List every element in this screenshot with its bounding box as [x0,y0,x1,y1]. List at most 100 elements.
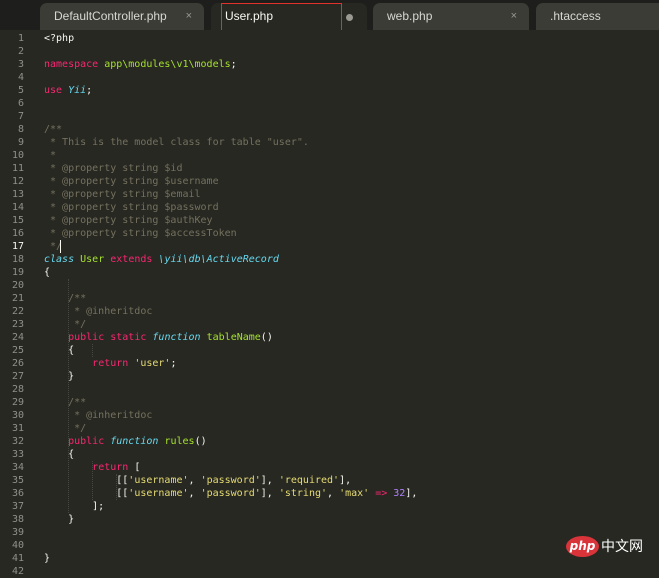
code-token: () [260,332,273,343]
code-line[interactable]: * @property string $id [44,162,182,175]
php-logo: php [566,536,599,557]
indent-guide [92,461,93,500]
code-line[interactable]: use Yii; [44,84,92,97]
line-number: 39 [11,527,24,538]
code-token: ], [405,488,418,499]
code-line[interactable]: * @property string $email [44,188,201,201]
code-line[interactable]: public static function tableName() [44,331,273,344]
code-line[interactable]: * @property string $accessToken [44,227,237,240]
code-token: , [188,488,201,499]
line-number: 12 [11,176,24,187]
code-line[interactable]: } [44,370,74,383]
code-line[interactable]: * @property string $password [44,201,219,214]
line-number: 2 [17,46,24,57]
code-token: { [44,345,75,356]
code-line[interactable]: [['username', 'password'], 'required'], [44,474,351,487]
code-line[interactable]: * @property string $authKey [44,214,213,227]
tab-htaccess[interactable]: .htaccess [536,3,659,30]
tab-web-php[interactable]: web.php × [373,3,529,30]
code-line[interactable]: /** [44,396,86,409]
code-token: ; [86,85,93,96]
code-line[interactable]: [['username', 'password'], 'string', 'ma… [44,487,417,500]
code-token: ], [260,475,279,486]
code-token: * [44,150,57,161]
line-number: 20 [11,280,24,291]
code-line[interactable]: /** [44,292,86,305]
code-token: () [194,436,207,447]
line-number: 13 [11,189,24,200]
tab-default-controller[interactable]: DefaultController.php × [40,3,204,30]
code-token: 'string' [278,488,328,499]
code-token: /** [44,397,87,408]
code-token: } [44,553,51,564]
indent-guide [116,474,117,500]
line-number: 16 [11,228,24,239]
line-number: 34 [11,462,24,473]
code-token: rules [164,436,195,447]
code-line[interactable]: return 'user'; [44,357,176,370]
code-token: * @property string $username [44,176,219,187]
line-number: 19 [11,267,24,278]
line-number: 36 [11,488,24,499]
code-token: return [92,462,129,473]
code-token: 'password' [200,488,261,499]
code-token: => [375,488,388,499]
code-editor[interactable]: 1 2 3 4 5 6 7 8 9 10 11 12 13 14 15 16 17 18 19 20 21 22 23 24 2… [0,30,659,577]
code-line[interactable]: { [44,448,74,461]
code-token: * @inheritdoc [44,410,153,421]
code-token: /** [44,293,87,304]
code-token: ]; [44,501,105,512]
code-line[interactable]: * @inheritdoc [44,305,152,318]
code-token: <?php [44,33,75,44]
code-token: , [327,488,340,499]
code-line[interactable]: * @property string $username [44,175,219,188]
line-number: 40 [11,540,24,551]
code-line[interactable]: */ [44,318,86,331]
code-token: 'required' [278,475,340,486]
code-line[interactable]: class User extends \yii\db\ActiveRecord [44,253,285,266]
code-line[interactable]: /** [44,123,62,136]
code-line[interactable]: namespace app\modules\v1\models; [44,58,237,71]
line-number: 8 [17,124,24,135]
watermark: php 中文网 [566,534,654,560]
code-token: , [188,475,201,486]
close-icon[interactable]: × [511,3,517,30]
code-line[interactable]: * @inheritdoc [44,409,152,422]
code-token: [ [128,462,141,473]
code-line[interactable]: ]; [44,500,104,513]
watermark-text: 中文网 [601,539,643,555]
text-cursor [60,240,61,253]
code-token: 'username' [128,475,189,486]
code-token: public [68,436,105,447]
line-number: 9 [17,137,24,148]
line-number: 25 [11,345,24,356]
line-number: 4 [17,72,24,83]
code-line[interactable]: */ [44,422,86,435]
code-line[interactable]: * [44,149,56,162]
code-line[interactable]: { [44,344,74,357]
line-number: 41 [11,553,24,564]
code-token: */ [44,319,87,330]
line-number: 18 [11,254,24,265]
tab-label: .htaccess [550,9,601,23]
code-token: } [44,514,75,525]
line-number: 6 [17,98,24,109]
code-line[interactable]: } [44,513,74,526]
tab-label: DefaultController.php [54,9,167,23]
modified-dot-icon[interactable] [346,14,353,21]
code-token: * @inheritdoc [44,306,153,317]
code-line[interactable]: <?php [44,32,74,45]
line-number: 38 [11,514,24,525]
line-number: 37 [11,501,24,512]
indent-guide [92,344,93,357]
code-token: { [44,267,51,278]
code-line[interactable]: } [44,552,50,565]
line-number: 27 [11,371,24,382]
close-icon[interactable]: × [186,3,192,30]
line-number: 42 [11,566,24,577]
code-line[interactable]: { [44,266,50,279]
code-line[interactable]: * This is the model class for table "use… [44,136,309,149]
code-token: app\modules\v1\models [98,59,231,70]
